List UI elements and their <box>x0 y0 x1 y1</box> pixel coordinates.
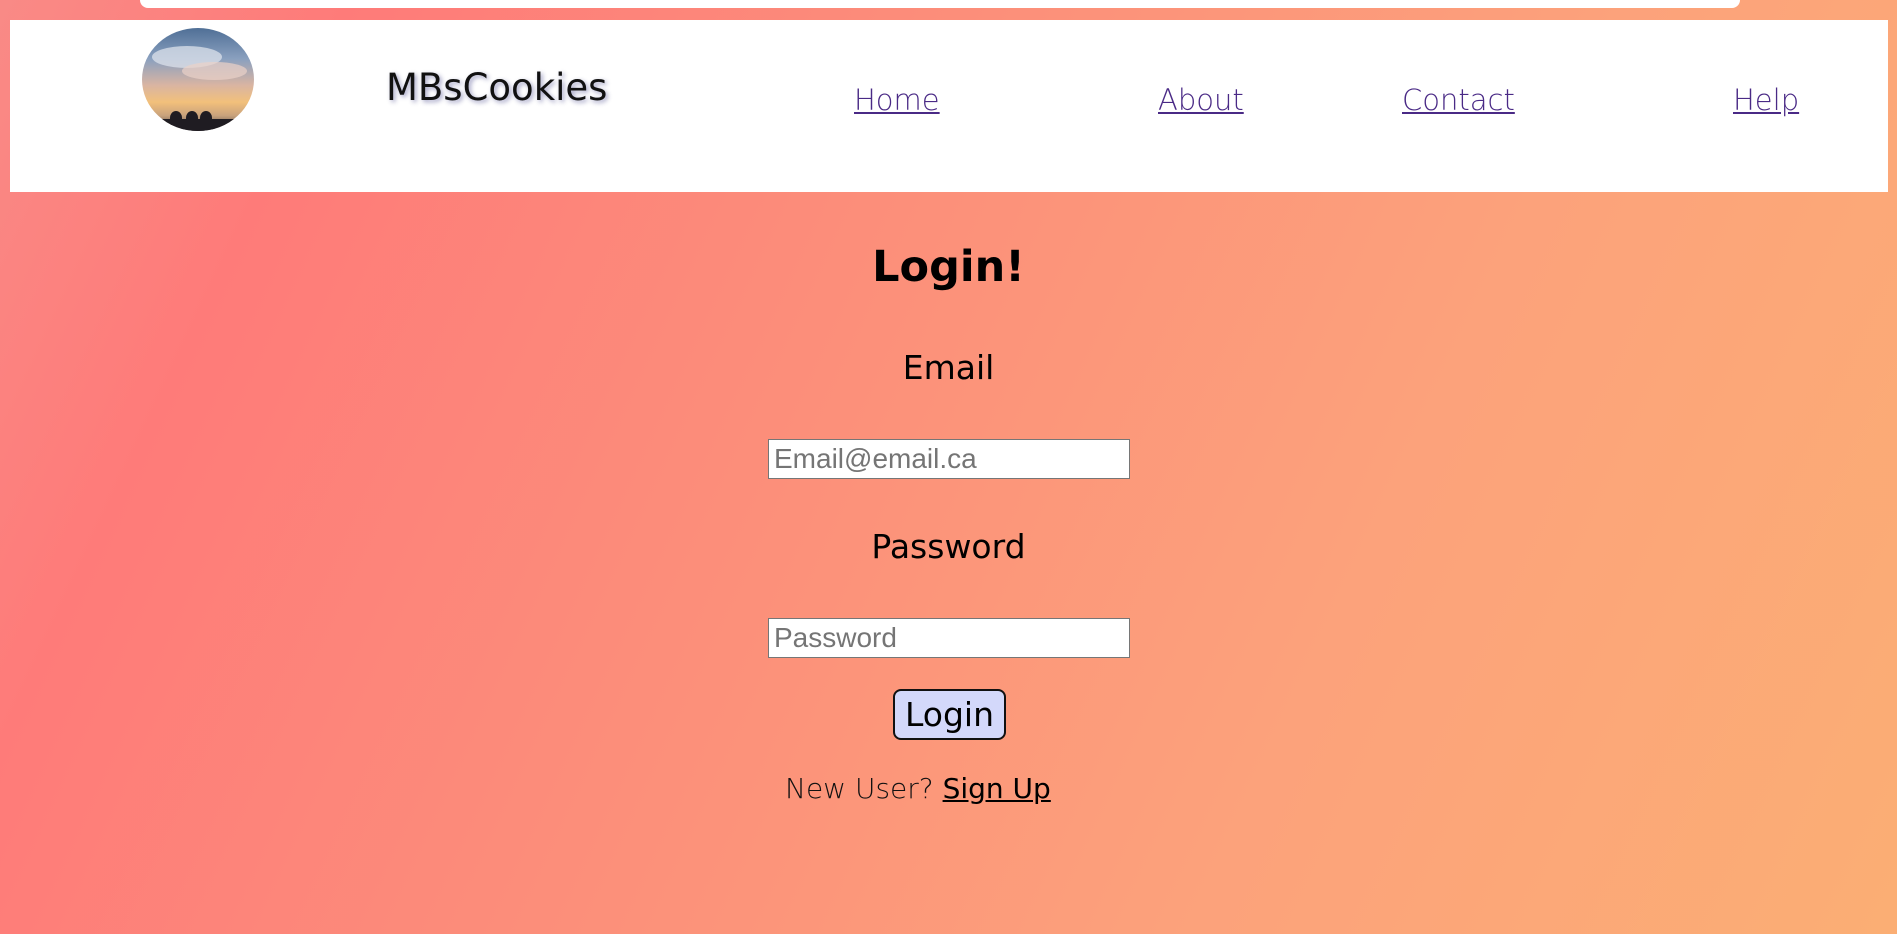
logo-ground <box>142 119 254 131</box>
brand-name: MBsCookies <box>386 66 608 109</box>
page-title: Login! <box>872 242 1025 292</box>
email-label: Email <box>902 348 995 387</box>
email-field[interactable] <box>768 439 1130 479</box>
logo-image <box>142 28 254 131</box>
login-button[interactable]: Login <box>893 689 1006 740</box>
site-header: MBsCookies Home About Contact Help <box>10 20 1888 192</box>
password-field[interactable] <box>768 618 1130 658</box>
signup-link[interactable]: Sign Up <box>943 772 1051 805</box>
nav-link-help[interactable]: Help <box>1733 83 1799 117</box>
logo-cloud <box>182 62 247 80</box>
nav-link-about[interactable]: About <box>1158 83 1244 117</box>
new-user-text: New User? <box>785 772 934 805</box>
signup-prompt: New User? Sign Up <box>785 772 1051 805</box>
top-strip <box>140 0 1740 8</box>
password-label: Password <box>871 527 1026 566</box>
nav-link-home[interactable]: Home <box>854 83 940 117</box>
nav-link-contact[interactable]: Contact <box>1402 83 1515 117</box>
